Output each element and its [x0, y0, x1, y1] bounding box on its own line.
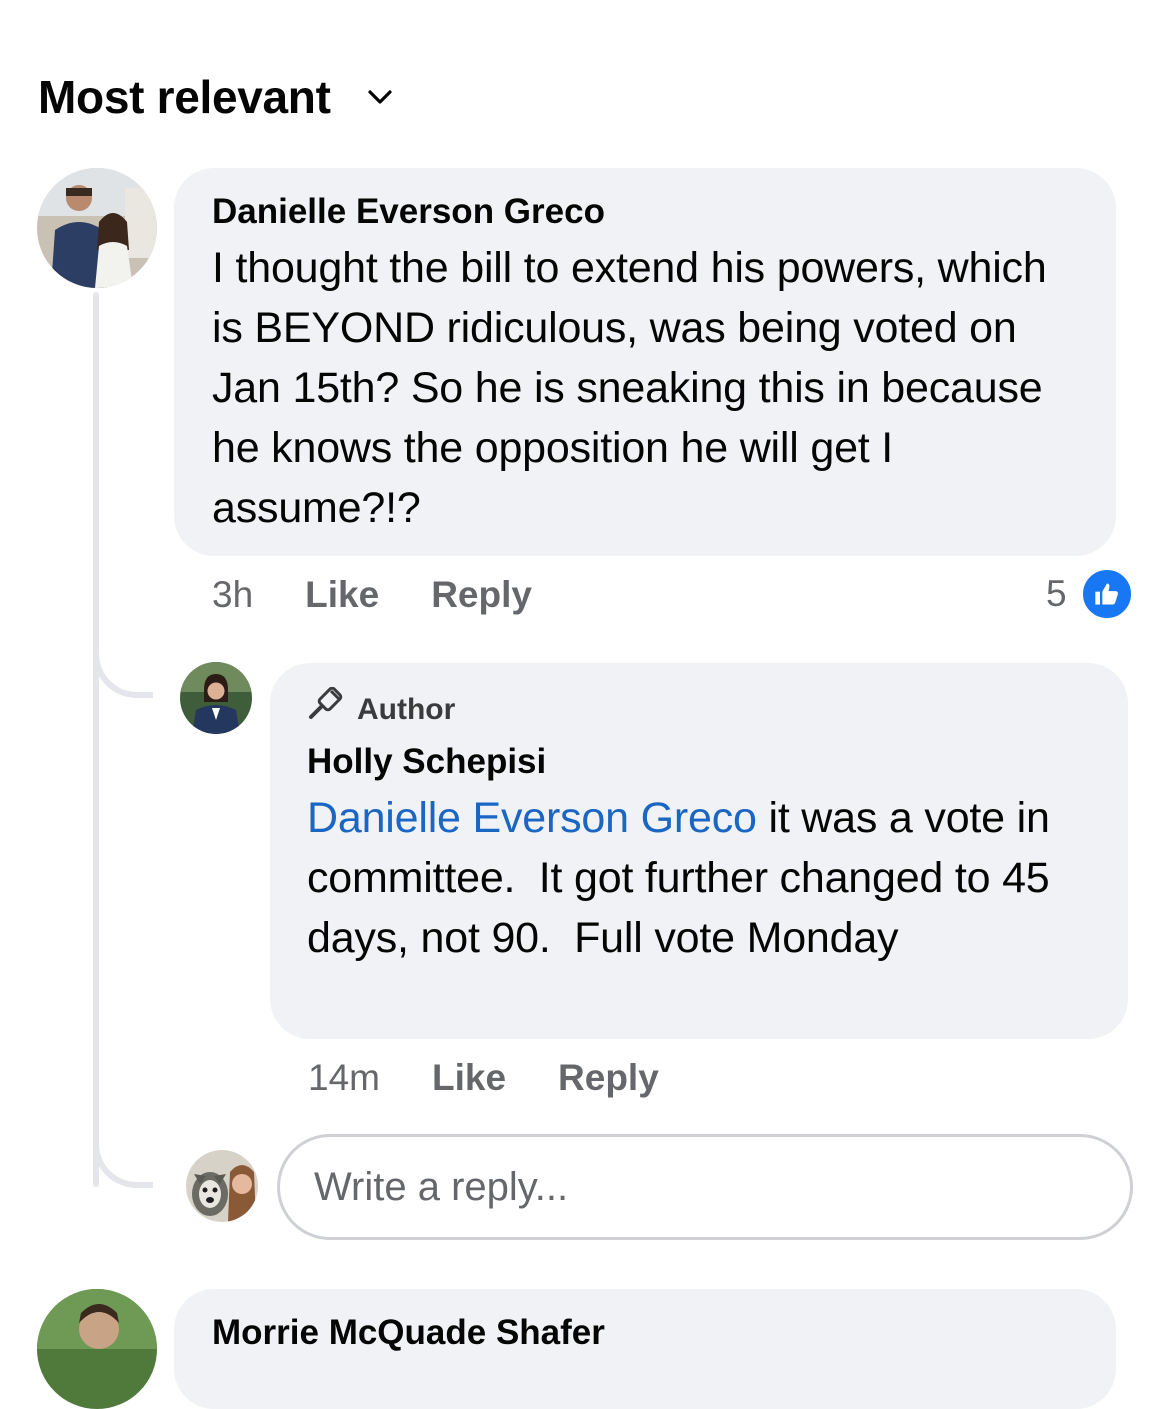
avatar[interactable] — [37, 168, 157, 288]
thread-connector — [93, 1130, 153, 1188]
comment-text: I thought the bill to extend his powers,… — [212, 244, 1047, 532]
reply-input[interactable] — [277, 1134, 1133, 1240]
thread-line — [93, 292, 99, 1187]
reply-bubble: Author Holly Schepisi Danielle Everson G… — [270, 663, 1128, 1039]
microphone-icon — [307, 686, 357, 732]
like-button[interactable]: Like — [305, 574, 379, 616]
sort-dropdown[interactable]: Most relevant — [38, 66, 395, 128]
reply-author[interactable]: Holly Schepisi — [307, 740, 1092, 784]
reply-actions: 14m Like Reply — [308, 1048, 659, 1108]
avatar[interactable] — [180, 662, 252, 734]
reply-timestamp[interactable]: 14m — [308, 1057, 380, 1099]
comment-bubble: Danielle Everson Greco I thought the bil… — [174, 168, 1116, 556]
thumbs-up-icon — [1080, 568, 1133, 620]
comment-author[interactable]: Danielle Everson Greco — [212, 190, 1080, 234]
author-badge-label: Author — [357, 692, 456, 726]
comment-actions: 3h Like Reply — [212, 565, 532, 625]
reply-button[interactable]: Reply — [558, 1057, 659, 1099]
reply-text: Danielle Everson Greco it was a vote in … — [307, 788, 1092, 968]
sort-label: Most relevant — [38, 71, 331, 123]
comment-bubble: Morrie McQuade Shafer — [174, 1289, 1116, 1409]
reply-button[interactable]: Reply — [431, 574, 532, 616]
chevron-down-icon — [365, 82, 395, 112]
current-user-avatar — [186, 1150, 258, 1222]
like-button[interactable]: Like — [432, 1057, 506, 1099]
reaction-summary[interactable]: 5 — [1046, 567, 1133, 621]
mention-link[interactable]: Danielle Everson Greco — [307, 794, 757, 842]
author-badge: Author — [307, 686, 1092, 732]
comment-timestamp[interactable]: 3h — [212, 574, 253, 616]
thread-connector — [93, 640, 153, 698]
comment-author[interactable]: Morrie McQuade Shafer — [212, 1311, 1078, 1355]
avatar[interactable] — [37, 1289, 157, 1409]
reaction-count: 5 — [1046, 573, 1067, 614]
